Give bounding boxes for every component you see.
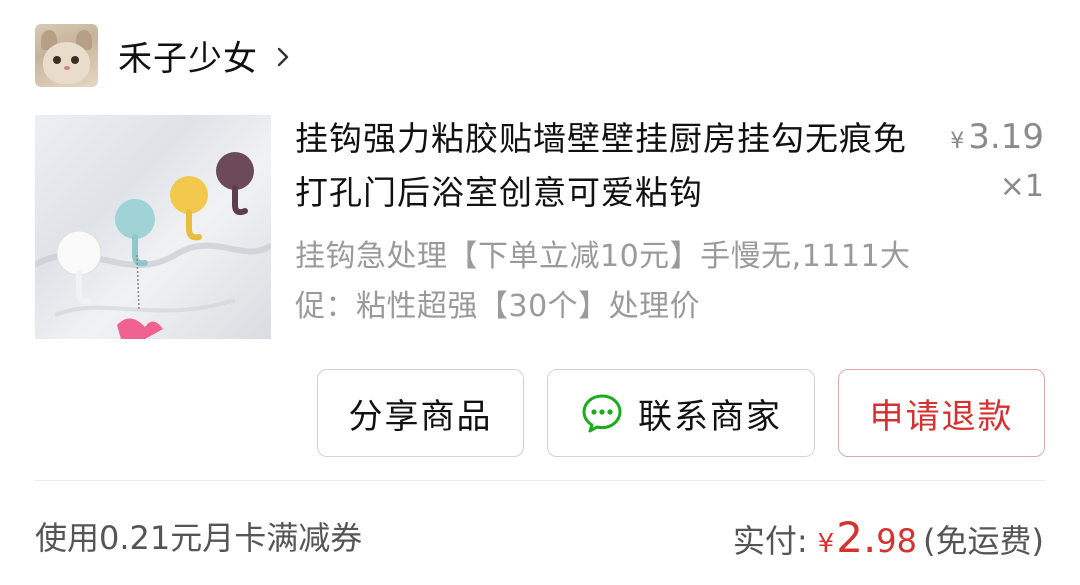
shipping-note: (免运费) xyxy=(923,522,1044,560)
price-value: 3.19 xyxy=(968,117,1044,157)
product-title[interactable]: 挂钩强力粘胶贴墙壁壁挂厨房挂勾无痕免打孔门后浴室创意可爱粘钩 xyxy=(295,112,925,220)
paid-currency: ¥ xyxy=(817,529,835,559)
wechat-chat-icon xyxy=(582,394,622,433)
product-thumbnail[interactable] xyxy=(35,115,271,339)
quantity: ×1 xyxy=(999,169,1044,204)
order-item-card: 禾子少女 挂钩强力粘胶贴墙壁壁挂厨房挂勾无痕免打孔门后浴室创意可爱粘钩 挂钩急处… xyxy=(0,0,1080,585)
shop-header[interactable]: 禾子少女 xyxy=(35,22,294,88)
coupon-text: 使用0.21元月卡满减券 xyxy=(35,519,363,557)
paid-integer: 2. xyxy=(836,513,877,562)
paid-label: 实付: xyxy=(732,522,808,560)
shop-name[interactable]: 禾子少女 xyxy=(118,31,258,80)
paid-amount: 实付: ¥ 2. 98 (免运费) xyxy=(733,508,1044,574)
paid-decimal: 98 xyxy=(876,522,918,560)
divider xyxy=(35,480,1045,481)
price-column: ¥3.19 ×1 xyxy=(950,112,1044,207)
unit-price: ¥3.19 xyxy=(950,112,1044,167)
share-product-button[interactable]: 分享商品 xyxy=(317,369,524,457)
hooks-illustration xyxy=(35,152,271,339)
shop-avatar[interactable] xyxy=(35,23,98,87)
price-currency: ¥ xyxy=(950,129,965,154)
request-refund-button[interactable]: 申请退款 xyxy=(838,369,1045,457)
product-spec: 挂钩急处理【下单立减10元】手慢无,1111大促：粘性超强【30个】处理价 xyxy=(295,239,911,324)
chevron-right-icon[interactable] xyxy=(272,46,294,68)
contact-seller-label: 联系商家 xyxy=(638,396,782,437)
contact-seller-button[interactable]: 联系商家 xyxy=(547,369,815,457)
